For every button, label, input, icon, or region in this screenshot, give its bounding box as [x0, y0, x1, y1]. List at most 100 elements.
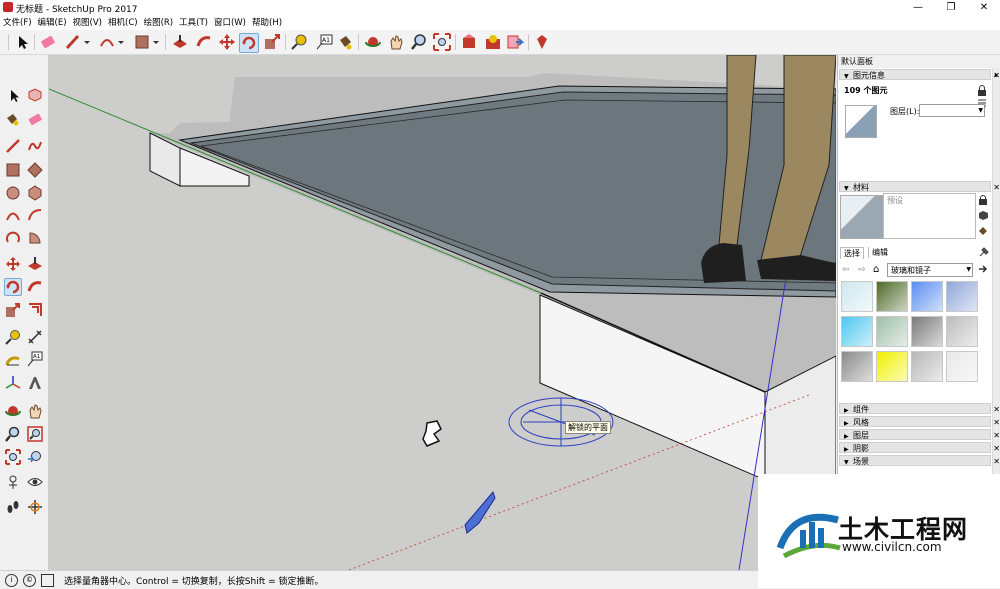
tape-measure-tool-icon[interactable]: [5, 329, 21, 345]
paint-bucket-tool-icon[interactable]: [4, 111, 20, 127]
walk-tool-icon[interactable]: [5, 499, 21, 515]
menu-tools[interactable]: 工具(T): [176, 16, 211, 30]
pan-tool-icon[interactable]: [387, 33, 405, 51]
material-swatch[interactable]: [841, 351, 873, 382]
material-swatch[interactable]: [911, 351, 943, 382]
material-name-input[interactable]: 预设: [883, 193, 976, 239]
zoom-tool-icon[interactable]: [5, 426, 21, 442]
tab-edit[interactable]: 编辑: [868, 247, 891, 258]
components-header[interactable]: ▶ 组件 ✕: [839, 403, 1000, 414]
select-tool-icon[interactable]: [13, 33, 31, 51]
paint-bucket-tool-icon[interactable]: [336, 33, 354, 51]
ruby-console-icon[interactable]: [533, 33, 551, 51]
push-pull-tool-icon[interactable]: [27, 256, 43, 272]
display-secondary-selection-icon[interactable]: [978, 195, 989, 206]
styles-header[interactable]: ▶ 风格 ✕: [839, 416, 1000, 427]
zoom-extents-tool-icon[interactable]: [5, 449, 21, 465]
forward-arrow-icon[interactable]: ⇨: [858, 265, 866, 275]
material-swatch[interactable]: [946, 316, 978, 347]
tab-select[interactable]: 选择: [840, 247, 864, 259]
tape-measure-tool-icon[interactable]: [290, 33, 308, 51]
rotate-tool-icon[interactable]: [4, 278, 22, 296]
close-icon[interactable]: ✕: [993, 404, 1000, 415]
orbit-tool-icon[interactable]: [364, 33, 382, 51]
create-material-icon[interactable]: [978, 210, 989, 221]
close-button[interactable]: ✕: [970, 0, 998, 16]
position-camera-tool-icon[interactable]: [5, 474, 21, 490]
minimize-button[interactable]: —: [904, 0, 932, 16]
close-icon[interactable]: ✕: [993, 443, 1000, 454]
shadows-header[interactable]: ▶ 阴影 ✕: [839, 442, 1000, 453]
text-tool-icon[interactable]: A1: [315, 33, 333, 51]
rectangle-tool-icon[interactable]: [5, 162, 21, 178]
pan-tool-icon[interactable]: [27, 403, 43, 419]
menu-camera[interactable]: 相机(C): [105, 16, 141, 30]
material-library-select[interactable]: 玻璃和镜子 ▼: [887, 263, 973, 277]
material-swatch[interactable]: [876, 351, 908, 382]
geo-location-icon[interactable]: ©: [23, 574, 36, 587]
layers-header[interactable]: ▶ 图层 ✕: [839, 429, 1000, 440]
eraser-tool-icon[interactable]: [39, 33, 57, 51]
zoom-extents-tool-icon[interactable]: [433, 33, 451, 51]
menu-draw[interactable]: 绘图(R): [141, 16, 177, 30]
section-plane-tool-icon[interactable]: [27, 499, 43, 515]
scenes-header[interactable]: ▼ 场景 ✕: [839, 455, 1000, 466]
follow-me-tool-icon[interactable]: [195, 33, 213, 51]
3d-warehouse-icon[interactable]: [460, 33, 478, 51]
move-tool-icon[interactable]: [5, 256, 21, 272]
close-icon[interactable]: ✕: [993, 456, 1000, 467]
material-swatch[interactable]: [946, 281, 978, 312]
two-point-arc-tool-icon[interactable]: [27, 207, 43, 223]
material-swatch[interactable]: [876, 316, 908, 347]
line-tool-icon[interactable]: [5, 138, 21, 154]
zoom-tool-icon[interactable]: [410, 33, 428, 51]
three-point-arc-tool-icon[interactable]: [5, 230, 21, 246]
select-tool-icon[interactable]: [6, 88, 22, 104]
scale-tool-icon[interactable]: [5, 302, 21, 318]
menu-window[interactable]: 窗口(W): [211, 16, 249, 30]
menu-view[interactable]: 视图(V): [70, 16, 105, 30]
lock-icon[interactable]: [977, 85, 987, 96]
back-arrow-icon[interactable]: ⇦: [842, 265, 850, 275]
orbit-tool-icon[interactable]: [5, 403, 21, 419]
extension-warehouse-icon[interactable]: [484, 33, 502, 51]
3d-text-tool-icon[interactable]: [27, 375, 43, 391]
3d-viewport[interactable]: 解锁的平面: [49, 55, 836, 570]
close-icon[interactable]: ✕: [993, 182, 1000, 193]
home-icon[interactable]: ⌂: [873, 264, 879, 275]
axes-tool-icon[interactable]: [5, 375, 21, 391]
offset-tool-icon[interactable]: [27, 302, 43, 318]
rectangle-dropdown-arrow-icon[interactable]: [152, 33, 170, 51]
close-icon[interactable]: ✕: [993, 430, 1000, 441]
material-swatch[interactable]: [911, 316, 943, 347]
material-swatch[interactable]: [911, 281, 943, 312]
maximize-button[interactable]: ❐: [937, 0, 965, 16]
text-tool-icon[interactable]: A1: [27, 351, 43, 367]
rotated-rectangle-tool-icon[interactable]: [27, 162, 43, 178]
material-swatch[interactable]: [841, 281, 873, 312]
follow-me-tool-icon[interactable]: [27, 279, 43, 295]
material-swatch[interactable]: [841, 316, 873, 347]
arc-tool-icon[interactable]: [5, 207, 21, 223]
layer-select[interactable]: ▼: [919, 104, 985, 117]
model-scene[interactable]: [49, 55, 836, 570]
make-component-icon[interactable]: [27, 87, 43, 103]
menu-file[interactable]: 文件(F): [0, 16, 35, 30]
dimension-tool-icon[interactable]: [27, 329, 43, 345]
line-tool-icon[interactable]: [64, 33, 82, 51]
material-swatch[interactable]: [946, 351, 978, 382]
protractor-tool-icon[interactable]: [5, 353, 21, 369]
close-icon[interactable]: ✕: [993, 70, 1000, 81]
eraser-tool-icon[interactable]: [27, 111, 43, 127]
look-around-tool-icon[interactable]: [27, 474, 43, 490]
freehand-tool-icon[interactable]: [27, 138, 43, 154]
zoom-window-tool-icon[interactable]: [27, 426, 43, 442]
pie-tool-icon[interactable]: [27, 230, 43, 246]
eyedropper-icon[interactable]: [978, 246, 989, 257]
arc-tool-icon[interactable]: [98, 33, 116, 51]
circle-tool-icon[interactable]: [5, 185, 21, 201]
send-to-layout-icon[interactable]: [506, 33, 525, 51]
menu-edit[interactable]: 编辑(E): [35, 16, 70, 30]
rotate-tool-icon[interactable]: [239, 33, 259, 53]
material-swatch[interactable]: [876, 281, 908, 312]
